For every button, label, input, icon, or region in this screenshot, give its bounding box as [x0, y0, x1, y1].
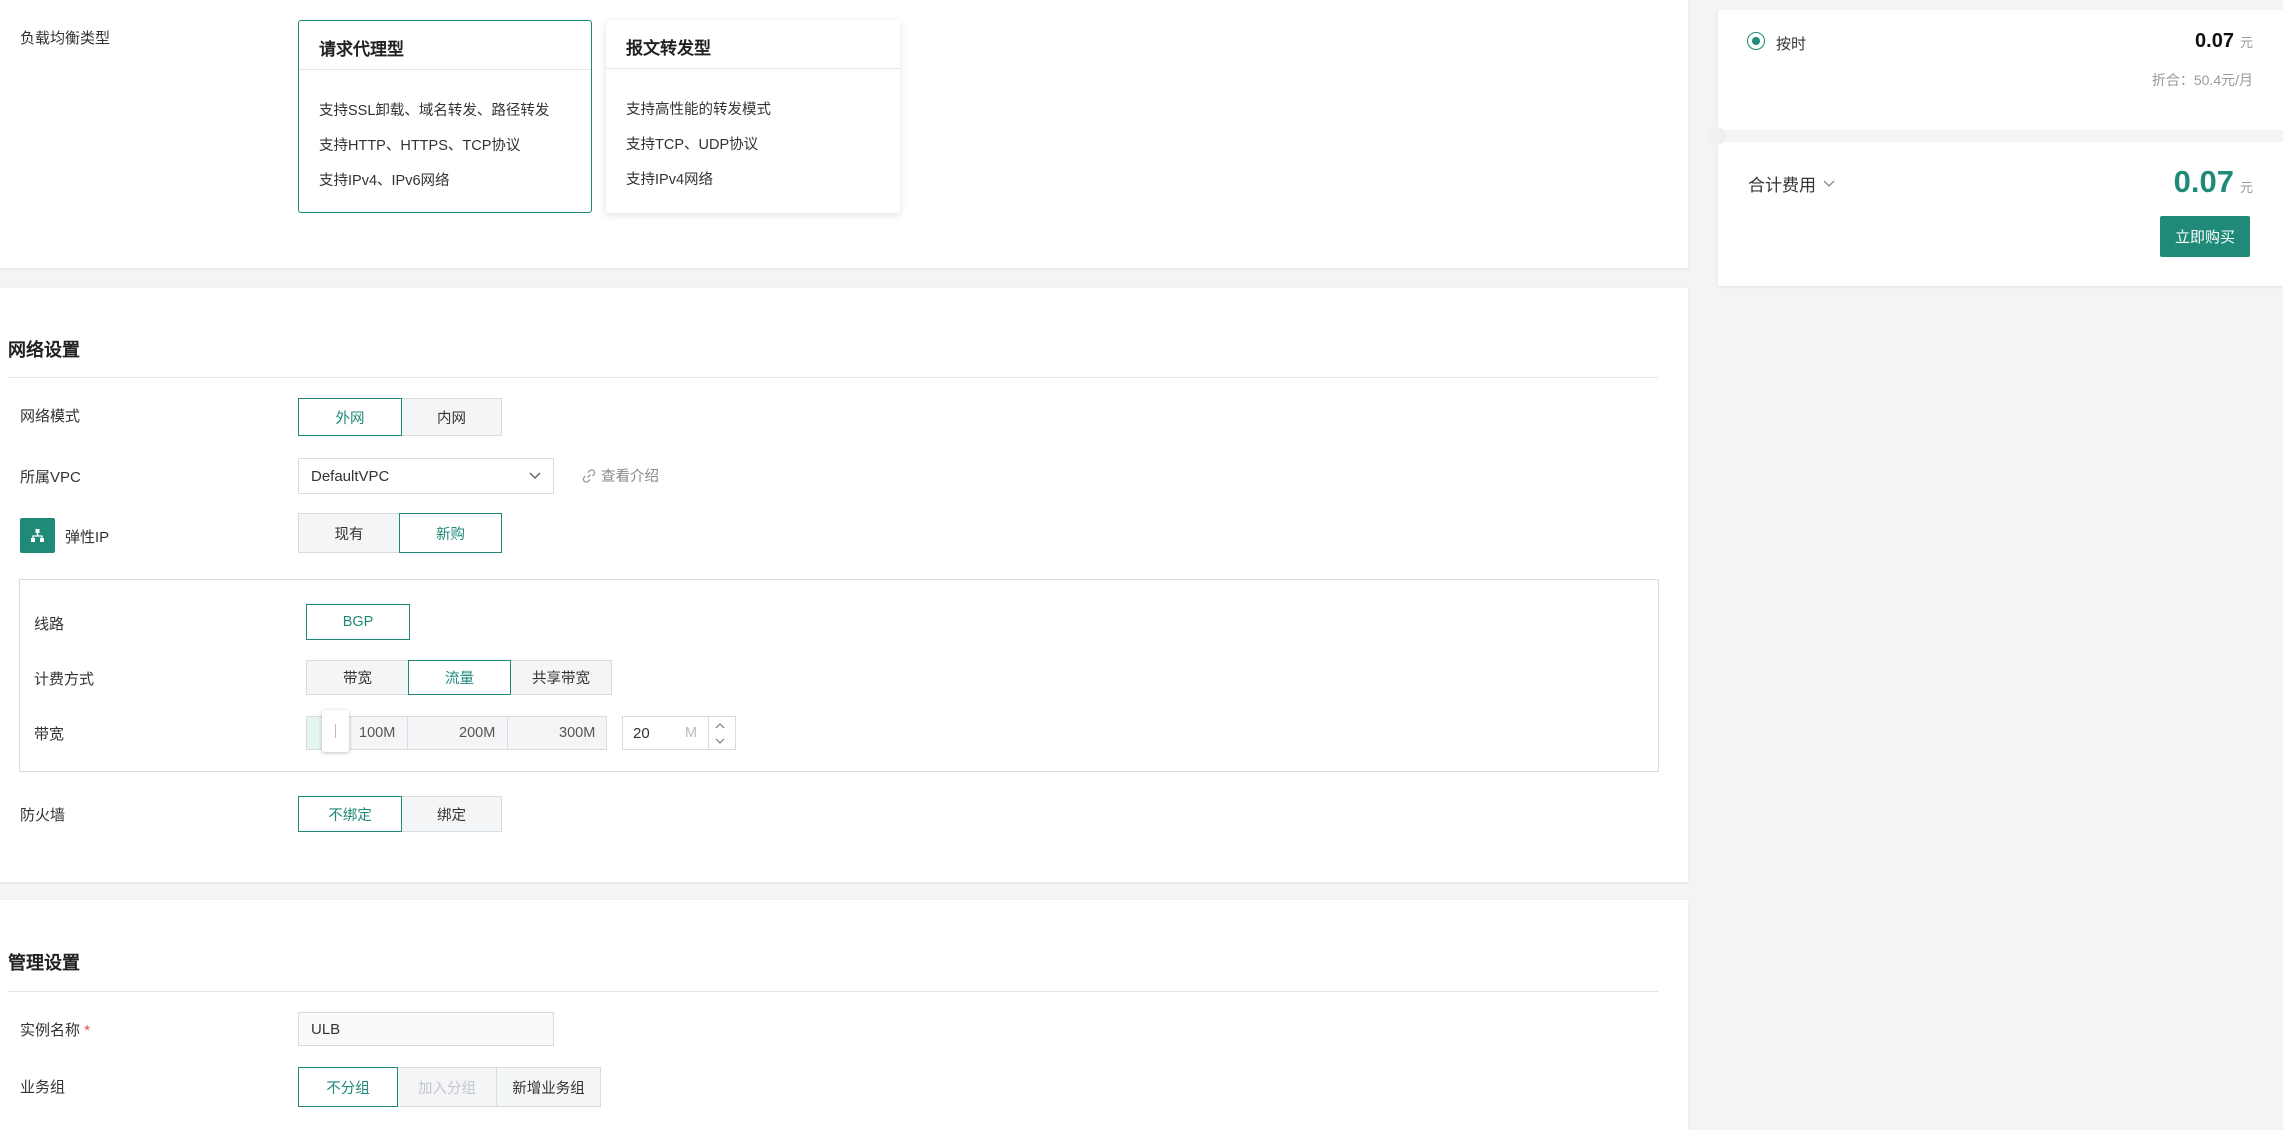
increment-icon[interactable] — [714, 722, 726, 730]
network-mode-public-button[interactable]: 外网 — [298, 398, 402, 436]
notch-left — [1708, 127, 1726, 145]
group-join-button[interactable]: 加入分组 — [397, 1067, 497, 1107]
feature-text: 支持SSL卸载、域名转发、路径转发 — [319, 103, 550, 119]
billing-bandwidth-button[interactable]: 带宽 — [306, 660, 409, 695]
firewall-bind-button[interactable]: 绑定 — [401, 796, 502, 832]
firewall-label: 防火墙 — [20, 807, 66, 824]
network-section-title: 网络设置 — [8, 340, 80, 360]
instance-name-input[interactable]: ULB — [298, 1012, 554, 1046]
total-price-value: 0.07 — [2173, 164, 2234, 199]
price-card-separator — [1718, 130, 2283, 142]
hourly-price-value: 0.07 — [2195, 30, 2234, 52]
line-bgp-button[interactable]: BGP — [306, 604, 410, 640]
card-divider — [299, 69, 591, 70]
currency-unit: 元 — [2239, 180, 2253, 195]
feature-text: 支持TCP、UDP协议 — [626, 137, 759, 153]
business-group-label: 业务组 — [20, 1079, 66, 1096]
bandwidth-slider-handle[interactable] — [322, 710, 349, 752]
manage-section-title: 管理设置 — [8, 953, 80, 973]
section-divider — [8, 377, 1658, 378]
total-price: 0.07 元 — [2174, 164, 2253, 200]
instance-name-label: 实例名称 * — [20, 1019, 90, 1040]
eip-new-button[interactable]: 新购 — [399, 513, 502, 553]
firewall-unbind-button[interactable]: 不绑定 — [298, 796, 402, 832]
vpc-select[interactable]: DefaultVPC — [298, 458, 554, 494]
feature-text: 支持IPv4、IPv6网络 — [319, 173, 450, 189]
handle-grip — [335, 724, 336, 738]
feature-text: 支持IPv4网络 — [626, 172, 714, 188]
network-mode-private-button[interactable]: 内网 — [401, 398, 502, 436]
eip-icon-badge — [20, 518, 55, 553]
feature-text: 支持高性能的转发模式 — [626, 102, 771, 118]
network-mode-label: 网络模式 — [20, 408, 81, 425]
vpc-select-value: DefaultVPC — [311, 467, 390, 485]
lb-type-label: 负载均衡类型 — [20, 30, 111, 47]
billing-shared-bandwidth-button[interactable]: 共享带宽 — [510, 660, 612, 695]
lb-type-card-packet-forward[interactable]: 报文转发型 支持高性能的转发模式 支持TCP、UDP协议 支持IPv4网络 — [606, 20, 900, 213]
total-cost-label: 合计费用 — [1748, 176, 1816, 195]
vpc-intro-link-text: 查看介绍 — [601, 469, 659, 485]
slider-mark-100: 100M — [359, 725, 396, 741]
slider-mark-200: 200M — [459, 725, 496, 741]
vpc-label: 所属VPC — [20, 469, 81, 486]
hourly-price: 0.07 元 — [2195, 30, 2253, 53]
group-none-button[interactable]: 不分组 — [298, 1067, 398, 1107]
lb-type-card-request-proxy[interactable]: 请求代理型 支持SSL卸载、域名转发、路径转发 支持HTTP、HTTPS、TCP… — [298, 20, 592, 213]
decrement-icon[interactable] — [714, 737, 726, 745]
slider-divider — [407, 717, 408, 749]
lb-type-title: 请求代理型 — [319, 40, 404, 59]
buy-now-button[interactable]: 立即购买 — [2160, 216, 2250, 257]
slider-mark-300: 300M — [559, 725, 596, 741]
bandwidth-slider[interactable]: 100M 200M 300M — [306, 716, 607, 750]
bandwidth-label: 带宽 — [34, 726, 65, 743]
bandwidth-number-input[interactable]: 20 M — [622, 716, 736, 750]
card-divider — [606, 68, 900, 69]
manage-panel — [0, 900, 1688, 1130]
stepper-divider — [708, 717, 709, 749]
line-label: 线路 — [34, 616, 65, 633]
chevron-down-icon — [1823, 180, 1835, 187]
monthly-equivalent: 折合：50.4元/月 — [2151, 72, 2253, 88]
slider-divider — [507, 717, 508, 749]
vpc-intro-link[interactable]: 查看介绍 — [582, 465, 659, 486]
instance-name-value: ULB — [311, 1020, 341, 1038]
hourly-label: 按时 — [1776, 36, 1807, 53]
eip-label: 弹性IP — [65, 529, 110, 546]
required-marker: * — [84, 1022, 91, 1039]
instance-name-label-text: 实例名称 — [20, 1022, 81, 1039]
bandwidth-slider-fill — [307, 717, 323, 749]
eip-config-box — [19, 579, 1659, 772]
group-add-button[interactable]: 新增业务组 — [496, 1067, 601, 1107]
bandwidth-input-value: 20 — [633, 725, 650, 742]
bandwidth-input-unit: M — [685, 725, 698, 741]
network-tree-icon — [31, 529, 44, 542]
feature-text: 支持HTTP、HTTPS、TCP协议 — [319, 138, 521, 154]
total-cost-toggle[interactable]: 合计费用 — [1748, 171, 1835, 196]
lb-type-title: 报文转发型 — [626, 39, 711, 58]
eip-existing-button[interactable]: 现有 — [298, 513, 400, 553]
chevron-down-icon — [529, 472, 541, 480]
billing-traffic-button[interactable]: 流量 — [408, 660, 511, 695]
section-divider — [8, 991, 1658, 992]
link-icon — [582, 468, 596, 483]
currency-unit: 元 — [2239, 35, 2253, 50]
hourly-radio[interactable] — [1747, 32, 1765, 50]
billing-label: 计费方式 — [34, 671, 95, 688]
radio-dot — [1751, 36, 1760, 45]
